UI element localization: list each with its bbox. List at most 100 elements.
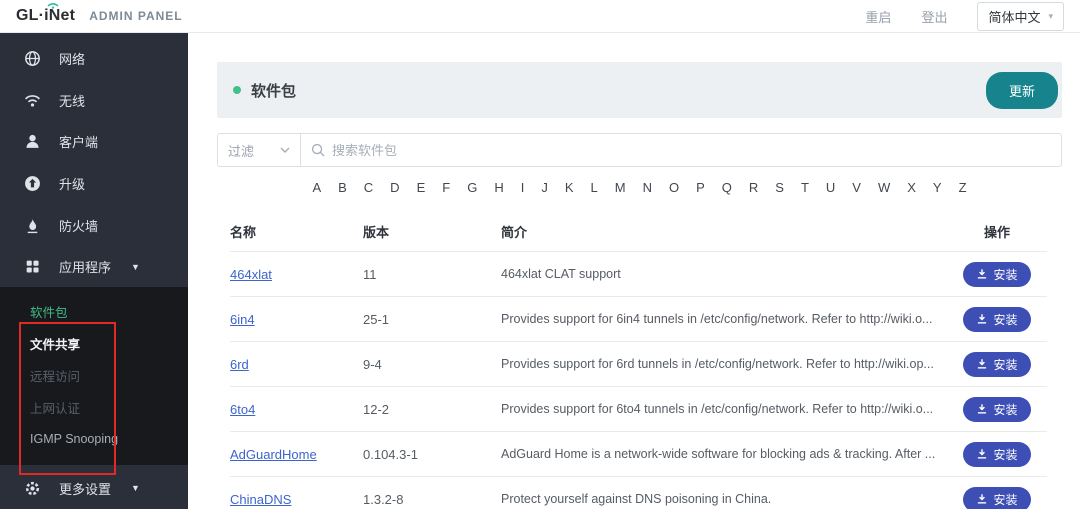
alphabet-letter[interactable]: B [338, 180, 347, 195]
sidebar-item-wireless[interactable]: 无线 [0, 80, 188, 122]
download-icon [978, 359, 987, 369]
wifi-icon [24, 92, 41, 109]
package-link[interactable]: 6rd [230, 357, 249, 372]
install-label: 安装 [993, 312, 1018, 327]
submenu-item-captive-portal[interactable]: 上网认证 [0, 391, 188, 423]
sidebar-item-label: 升级 [59, 177, 86, 193]
column-header-action: 操作 [983, 224, 1010, 240]
sidebar-item-label: 应用程序 [59, 260, 112, 276]
brand-logo-text: GL·iNet [16, 7, 76, 24]
chevron-down-icon [280, 147, 290, 153]
install-label: 安装 [993, 267, 1018, 282]
table-row: 464xlat 11 464xlat CLAT support 安装 [230, 251, 1047, 296]
page-header-band: 软件包 更新 [217, 62, 1062, 118]
wifi-logo-icon [47, 3, 59, 9]
alphabet-letter[interactable]: D [390, 180, 399, 195]
submenu-item-file-sharing[interactable]: 文件共享 [0, 327, 188, 359]
package-version: 12-2 [363, 401, 390, 417]
update-button[interactable]: 更新 [985, 71, 1058, 109]
alphabet-letter[interactable]: G [467, 180, 477, 195]
sidebar-item-label: 网络 [59, 52, 86, 68]
alphabet-letter[interactable]: T [801, 180, 809, 195]
install-button[interactable]: 安装 [963, 441, 1031, 467]
alphabet-letter[interactable]: P [696, 180, 705, 195]
alphabet-letter[interactable]: Z [959, 180, 967, 195]
alphabet-letter[interactable]: Y [933, 180, 942, 195]
package-desc: Provides support for 6to4 tunnels in /et… [501, 402, 934, 416]
alphabet-letter[interactable]: X [907, 180, 916, 195]
download-icon [978, 449, 987, 459]
alphabet-letter[interactable]: I [521, 180, 525, 195]
alphabet-letter[interactable]: U [826, 180, 835, 195]
alphabet-letter[interactable]: M [615, 180, 626, 195]
table-header-row: 名称 版本 简介 操作 [230, 211, 1047, 251]
applications-submenu: 软件包 文件共享 远程访问 上网认证 IGMP Snooping [0, 287, 188, 466]
submenu-item-remote-access[interactable]: 远程访问 [0, 359, 188, 391]
download-icon [978, 269, 987, 279]
chevron-down-icon: ▾ [1048, 10, 1053, 21]
download-icon [978, 494, 987, 504]
alphabet-letter[interactable]: C [364, 180, 373, 195]
page-title: 软件包 [251, 82, 297, 100]
sidebar-item-more-settings[interactable]: 更多设置 ▼ [0, 467, 188, 509]
language-value: 简体中文 [988, 9, 1041, 25]
package-link[interactable]: 464xlat [230, 267, 272, 282]
alphabet-letter[interactable]: W [878, 180, 890, 195]
filter-label: 过滤 [228, 143, 255, 159]
alphabet-letter[interactable]: Q [722, 180, 732, 195]
submenu-item-igmp-snooping[interactable]: IGMP Snooping [0, 423, 188, 455]
package-version: 1.3.2-8 [363, 491, 404, 507]
sidebar-item-firewall[interactable]: 防火墙 [0, 204, 188, 246]
install-label: 安装 [993, 492, 1018, 507]
apps-grid-icon [24, 258, 41, 275]
install-button[interactable]: 安装 [963, 396, 1031, 422]
caret-down-icon: ▼ [131, 483, 140, 494]
package-link[interactable]: AdGuardHome [230, 447, 317, 462]
sidebar: 网络 无线 客户端 升级 防火墙 应用程序 ▼ 软件包 文件共享 远程访问 上网… [0, 33, 188, 509]
sidebar-item-upgrade[interactable]: 升级 [0, 163, 188, 205]
download-icon [978, 314, 987, 324]
logout-button[interactable]: 登出 [921, 7, 947, 26]
alphabet-letter[interactable]: F [442, 180, 450, 195]
upgrade-icon [24, 175, 41, 192]
package-link[interactable]: 6to4 [230, 402, 255, 417]
download-icon [978, 404, 987, 414]
install-button[interactable]: 安装 [963, 306, 1031, 332]
sidebar-item-applications[interactable]: 应用程序 ▼ [0, 246, 188, 288]
flame-icon [24, 217, 41, 234]
table-row: 6to4 12-2 Provides support for 6to4 tunn… [230, 386, 1047, 431]
filter-dropdown[interactable]: 过滤 [217, 133, 301, 167]
alphabet-letter[interactable]: L [591, 180, 598, 195]
alphabet-letter[interactable]: H [494, 180, 503, 195]
status-dot-icon [233, 86, 241, 94]
package-link[interactable]: ChinaDNS [230, 492, 291, 507]
install-label: 安装 [993, 357, 1018, 372]
install-button[interactable]: 安装 [963, 351, 1031, 377]
column-header-version: 版本 [363, 224, 390, 240]
alphabet-letter[interactable]: K [565, 180, 574, 195]
install-label: 安装 [993, 402, 1018, 417]
sidebar-item-clients[interactable]: 客户端 [0, 121, 188, 163]
restart-button[interactable]: 重启 [865, 7, 891, 26]
language-select[interactable]: 简体中文 ▾ [977, 1, 1064, 31]
alphabet-letter[interactable]: S [775, 180, 784, 195]
alphabet-letter[interactable]: J [541, 180, 548, 195]
package-version: 11 [363, 266, 377, 282]
alphabet-index: A B C D E F G H I J K L M N O P Q R S T U V W X Y Z [217, 180, 1062, 195]
install-button[interactable]: 安装 [963, 261, 1031, 287]
sidebar-item-network[interactable]: 网络 [0, 38, 188, 80]
alphabet-letter[interactable]: O [669, 180, 679, 195]
alphabet-letter[interactable]: A [312, 180, 321, 195]
search-box [301, 133, 1062, 167]
search-input[interactable] [332, 142, 1051, 158]
package-desc: Provides support for 6rd tunnels in /etc… [501, 357, 934, 371]
packages-table: 名称 版本 简介 操作 464xlat 11 464xlat CLAT supp… [230, 211, 1047, 509]
submenu-item-packages[interactable]: 软件包 [0, 295, 188, 327]
install-button[interactable]: 安装 [963, 486, 1031, 509]
alphabet-letter[interactable]: N [643, 180, 652, 195]
package-link[interactable]: 6in4 [230, 312, 255, 327]
user-icon [24, 133, 41, 150]
alphabet-letter[interactable]: E [417, 180, 426, 195]
alphabet-letter[interactable]: R [749, 180, 758, 195]
alphabet-letter[interactable]: V [852, 180, 861, 195]
